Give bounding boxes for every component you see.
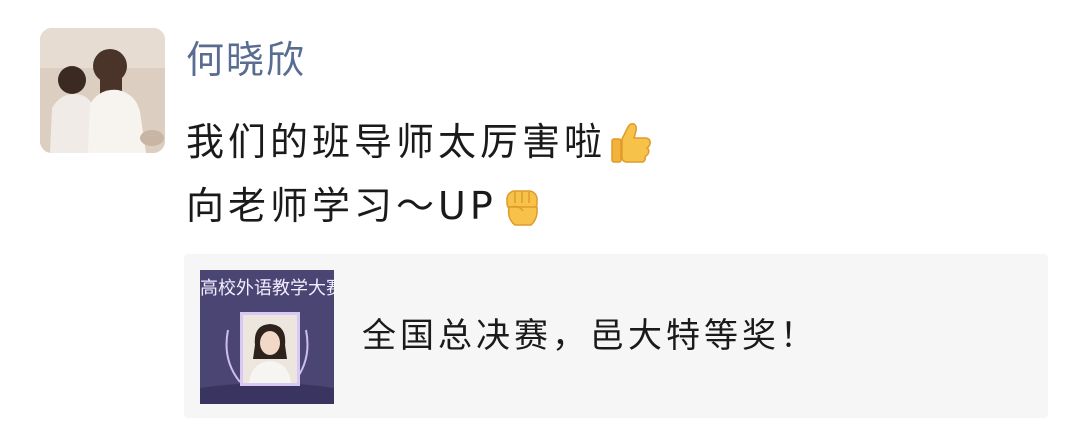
thumbnail-portrait (240, 312, 300, 386)
thumbs-up-icon (608, 119, 654, 165)
post-line-1: 我们的班导师太厉害啦 (186, 110, 654, 174)
avatar[interactable] (40, 28, 165, 153)
share-thumbnail: 高校外语教学大赛颁 (200, 270, 334, 404)
avatar-photo (40, 28, 165, 153)
raised-fist-icon (499, 183, 545, 229)
post-line-2: 向老师学习～UP (186, 174, 654, 238)
share-card-title: 全国总决赛，邑大特等奖！ (362, 316, 818, 356)
poster-name[interactable]: 何晓欣 (186, 34, 306, 86)
post-text: 我们的班导师太厉害啦 向老师学习～UP (186, 110, 654, 238)
post-line-2-text: 向老师学习～UP (186, 184, 497, 228)
post-line-1-text: 我们的班导师太厉害啦 (186, 120, 607, 164)
share-card[interactable]: 高校外语教学大赛颁 全国总决赛，邑大特等奖！ (184, 254, 1048, 418)
